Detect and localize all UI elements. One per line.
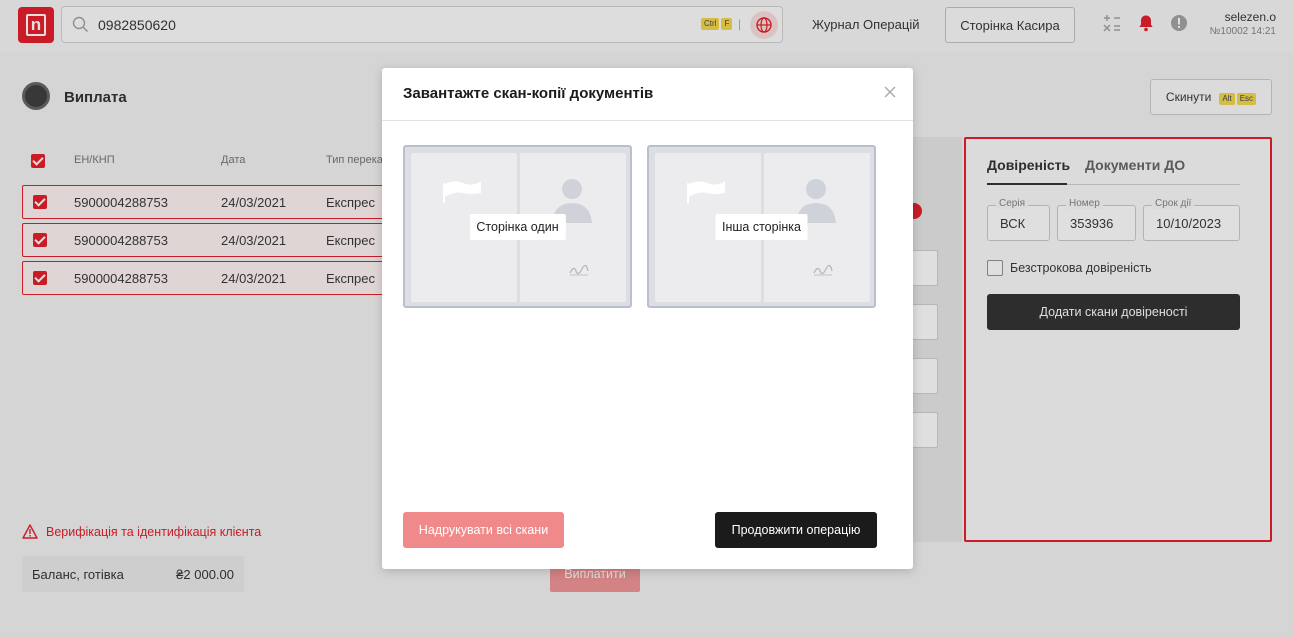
modal-title: Завантажте скан-копії документів bbox=[403, 85, 654, 102]
upload-scans-modal: Завантажте скан-копії документів Сторінк… bbox=[382, 68, 913, 569]
signature-icon bbox=[813, 264, 833, 276]
modal-divider bbox=[382, 120, 913, 121]
document-page-one-label: Сторінка один bbox=[469, 214, 566, 240]
signature-icon bbox=[569, 264, 589, 276]
continue-operation-button[interactable]: Продовжити операцію bbox=[715, 512, 877, 548]
print-all-scans-button[interactable]: Надрукувати всі скани bbox=[403, 512, 564, 548]
document-other-page[interactable]: Інша сторінка bbox=[647, 145, 876, 308]
document-page-one[interactable]: Сторінка один bbox=[403, 145, 632, 308]
document-other-page-label: Інша сторінка bbox=[715, 214, 808, 240]
flag-icon bbox=[687, 181, 725, 203]
close-icon[interactable] bbox=[882, 84, 898, 100]
flag-icon bbox=[443, 181, 481, 203]
